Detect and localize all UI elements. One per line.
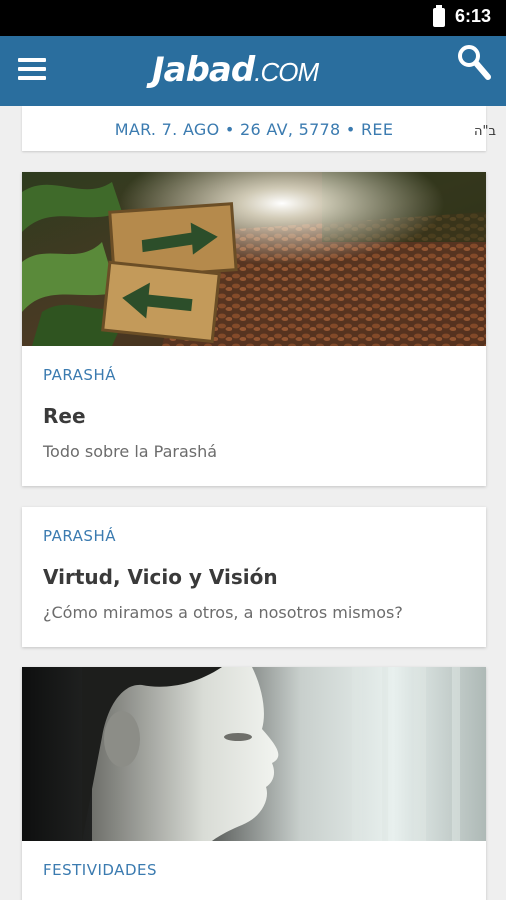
search-icon[interactable] bbox=[456, 44, 492, 82]
card-subtitle: Todo sobre la Parashá bbox=[43, 442, 218, 461]
app-logo[interactable]: Jabad.COM bbox=[152, 50, 319, 90]
feed[interactable]: MAR. 7. AGO • 26 AV, 5778 • REE ב"ה PARA… bbox=[0, 106, 506, 900]
date-text: MAR. 7. AGO • 26 AV, 5778 • REE bbox=[114, 119, 394, 139]
hamburger-menu-icon[interactable] bbox=[18, 58, 46, 82]
card-image-face-profile bbox=[22, 667, 486, 841]
article-card-festividades[interactable]: FESTIVIDADES bbox=[22, 667, 486, 900]
forest-signs-image bbox=[22, 172, 486, 346]
article-card-ree[interactable]: PARASHÁ Ree Todo sobre la Parashá bbox=[22, 172, 486, 486]
card-title: Ree bbox=[43, 404, 86, 428]
article-card-virtud[interactable]: PARASHÁ Virtud, Vicio y Visión ¿Cómo mir… bbox=[22, 507, 486, 647]
face-profile-image bbox=[22, 667, 486, 841]
status-bar: 6:13 bbox=[0, 0, 506, 36]
app-bar: Jabad.COM bbox=[0, 36, 506, 106]
date-bar: MAR. 7. AGO • 26 AV, 5778 • REE bbox=[22, 106, 486, 151]
card-category: PARASHÁ bbox=[43, 527, 116, 545]
card-category: FESTIVIDADES bbox=[43, 861, 157, 879]
logo-main-text: Jabad bbox=[152, 50, 255, 90]
logo-sub-text: .COM bbox=[254, 57, 319, 87]
card-image-forest-signs bbox=[22, 172, 486, 346]
card-title: Virtud, Vicio y Visión bbox=[43, 565, 278, 589]
battery-icon bbox=[433, 5, 445, 27]
bh-label: ב"ה bbox=[474, 124, 496, 139]
card-category: PARASHÁ bbox=[43, 366, 116, 384]
status-time: 6:13 bbox=[455, 6, 492, 26]
card-subtitle: ¿Cómo miramos a otros, a nosotros mismos… bbox=[43, 603, 403, 622]
